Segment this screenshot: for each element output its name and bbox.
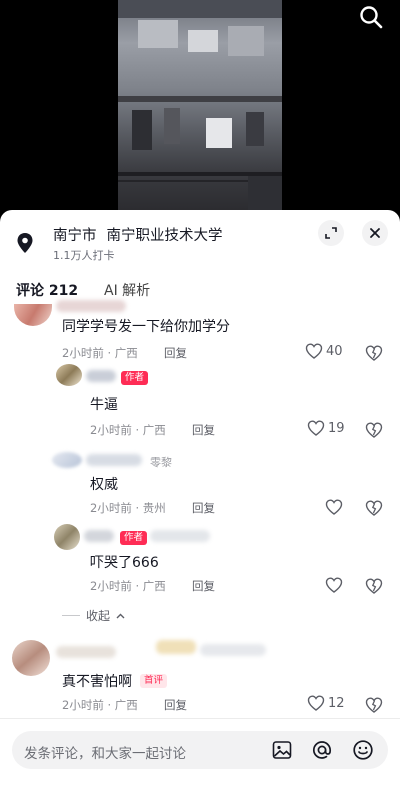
dislike-icon[interactable] [365, 422, 383, 438]
first-comment-badge: 首评 [140, 674, 168, 688]
heart-icon [307, 420, 325, 436]
comment-text: 牛逼 [90, 397, 118, 413]
username-blurred[interactable] [84, 530, 114, 542]
comment-list: 同学学号发一下给你加学分 2小时前 · 广西 回复 40 作者 牛逼 2小时前 … [0, 300, 400, 722]
chevron-up-icon [116, 613, 125, 618]
tab-ai-analysis[interactable]: AI 解析 [104, 280, 150, 300]
like-count: 19 [328, 420, 345, 436]
username-blurred[interactable] [56, 646, 116, 658]
like-button[interactable] [325, 577, 346, 593]
username-blurred[interactable] [86, 370, 116, 382]
dislike-icon[interactable] [365, 578, 383, 594]
heart-icon [305, 343, 323, 359]
like-button[interactable]: 12 [307, 695, 345, 711]
location-place: 南宁职业技术大学 [106, 228, 223, 244]
close-icon [370, 228, 380, 238]
reply-button[interactable]: 回复 [164, 345, 187, 361]
close-button[interactable] [362, 220, 388, 246]
username-blurred[interactable] [86, 454, 142, 466]
comment-input[interactable]: 发条评论，和大家一起讨论 [12, 731, 388, 769]
username-blurred [156, 640, 196, 654]
video-player[interactable] [0, 0, 400, 215]
author-badge: 作者 [120, 531, 148, 545]
avatar[interactable] [52, 452, 82, 468]
avatar[interactable] [14, 304, 52, 326]
avatar[interactable] [56, 364, 82, 386]
author-badge: 作者 [121, 371, 149, 385]
comment-input-bar: 发条评论，和大家一起讨论 [0, 718, 400, 800]
like-button[interactable]: 19 [307, 420, 345, 436]
like-count: 40 [326, 343, 343, 359]
search-icon[interactable] [358, 4, 384, 30]
like-button[interactable] [325, 499, 346, 515]
dislike-icon[interactable] [365, 345, 383, 361]
comment-text: 权威 [90, 477, 118, 493]
heart-icon [307, 695, 325, 711]
comment-meta: 2小时前 · 广西 [90, 423, 166, 437]
comment-meta: 2小时前 · 广西 [62, 698, 138, 712]
comment-meta: 2小时前 · 广西 [90, 579, 166, 593]
at-icon[interactable] [310, 738, 334, 762]
dislike-icon[interactable] [365, 500, 383, 516]
emoji-icon[interactable] [351, 738, 375, 762]
username-blurred [200, 644, 266, 656]
reply-button[interactable]: 回复 [192, 422, 215, 438]
dislike-icon[interactable] [365, 697, 383, 713]
username-blurred [150, 530, 210, 542]
location-title: 南宁市 南宁职业技术大学 [53, 224, 223, 245]
reply-button[interactable]: 回复 [192, 578, 215, 594]
minimize-button[interactable] [318, 220, 344, 246]
image-icon[interactable] [270, 738, 294, 762]
heart-icon [325, 499, 343, 515]
like-count: 12 [328, 695, 345, 711]
avatar[interactable] [54, 524, 80, 550]
comment-text: 同学学号发一下给你加学分 [62, 319, 230, 335]
location-checkins: 1.1万人打卡 [53, 249, 115, 262]
username-blurred[interactable] [56, 300, 126, 312]
location-city: 南宁市 [53, 228, 97, 244]
tab-comments[interactable]: 评论 212 [16, 280, 78, 300]
heart-icon [325, 577, 343, 593]
location-pin-icon [17, 233, 33, 253]
divider [62, 615, 80, 616]
comment-text: 真不害怕啊 [62, 674, 132, 690]
like-button[interactable]: 40 [305, 343, 343, 359]
minimize-icon [325, 227, 337, 239]
username-suffix: 零黎 [150, 456, 172, 469]
comment-meta: 2小时前 · 广西 [62, 346, 138, 360]
comment-input-placeholder: 发条评论，和大家一起讨论 [24, 746, 186, 762]
comments-sheet: 南宁市 南宁职业技术大学 1.1万人打卡 评论 212 AI 解析 同学学号发一下… [0, 210, 400, 800]
collapse-label: 收起 [86, 609, 111, 623]
reply-button[interactable]: 回复 [164, 697, 187, 713]
avatar[interactable] [12, 640, 50, 676]
collapse-replies-button[interactable]: 收起 [62, 607, 125, 624]
reply-button[interactable]: 回复 [192, 500, 215, 516]
comment-text: 吓哭了666 [90, 555, 159, 571]
comment-meta: 2小时前 · 贵州 [90, 501, 166, 515]
location-header[interactable]: 南宁市 南宁职业技术大学 1.1万人打卡 [0, 210, 400, 272]
video-frame [118, 0, 282, 215]
